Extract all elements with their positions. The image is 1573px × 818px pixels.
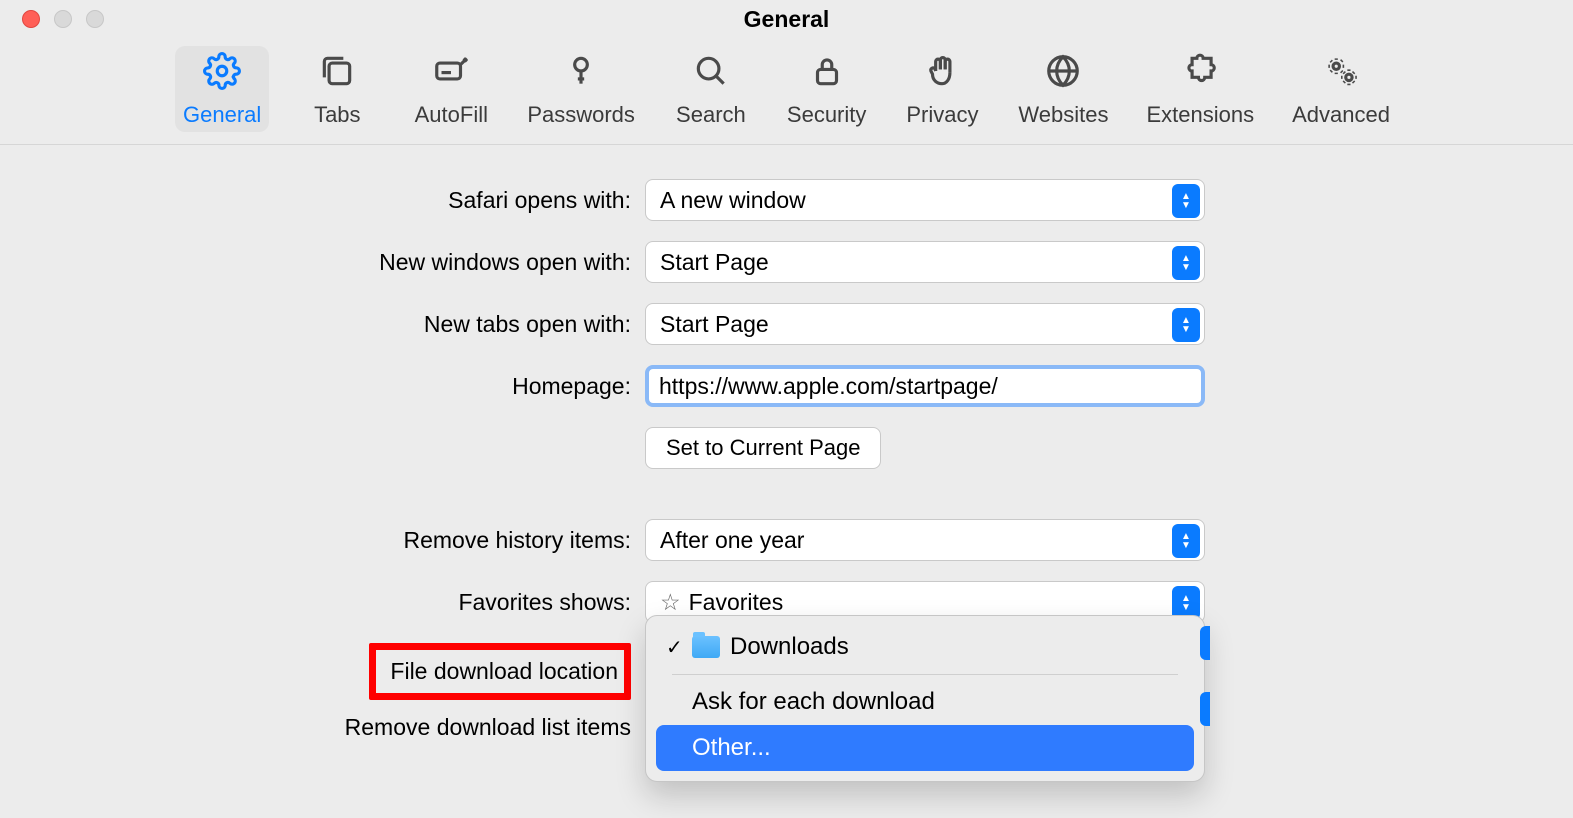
select-value: After one year [660,527,804,554]
gears-icon [1322,52,1360,96]
menu-separator [672,674,1178,675]
minimize-window-button [54,10,72,28]
tab-label: Passwords [527,102,635,128]
tab-label: General [183,102,261,128]
remove-history-select[interactable]: After one year ▲▼ [645,519,1205,561]
menu-item-label: Downloads [730,633,849,661]
remove-download-list-label: Remove download list items [0,714,645,741]
tabs-icon [318,52,356,96]
tab-security[interactable]: Security [779,46,874,132]
new-windows-open-with-label: New windows open with: [0,249,645,276]
chevron-updown-icon: ▲▼ [1172,184,1200,218]
tab-search[interactable]: Search [665,46,757,132]
new-tabs-open-with-select[interactable]: Start Page ▲▼ [645,303,1205,345]
file-download-location-menu: ✓ Downloads Ask for each download Other.… [645,615,1205,782]
select-value: Start Page [660,249,769,276]
file-download-location-label: File download location [390,658,618,684]
tab-extensions[interactable]: Extensions [1138,46,1262,132]
menu-item-label: Other... [692,734,771,762]
favorites-shows-label: Favorites shows: [0,589,645,616]
new-tabs-open-with-label: New tabs open with: [0,311,645,338]
tab-general[interactable]: General [175,46,269,132]
safari-opens-with-label: Safari opens with: [0,187,645,214]
homepage-label: Homepage: [0,373,645,400]
tab-websites[interactable]: Websites [1010,46,1116,132]
search-icon [692,52,730,96]
chevron-updown-icon [1200,692,1210,726]
autofill-icon [432,52,470,96]
tab-privacy[interactable]: Privacy [896,46,988,132]
checkmark-icon: ✓ [666,635,692,660]
menu-item-downloads[interactable]: ✓ Downloads [656,624,1194,670]
zoom-window-button [86,10,104,28]
chevron-updown-icon: ▲▼ [1172,308,1200,342]
tab-label: Extensions [1146,102,1254,128]
new-windows-open-with-select[interactable]: Start Page ▲▼ [645,241,1205,283]
tab-tabs[interactable]: Tabs [291,46,383,132]
tab-label: Advanced [1292,102,1390,128]
select-value: Start Page [660,311,769,338]
tab-passwords[interactable]: Passwords [519,46,643,132]
menu-item-other[interactable]: Other... [656,725,1194,771]
titlebar: General [0,0,1573,38]
gear-icon [203,52,241,96]
tab-label: Websites [1018,102,1108,128]
tab-autofill[interactable]: AutoFill [405,46,497,132]
key-icon [562,52,600,96]
folder-icon [692,636,720,658]
safari-opens-with-select[interactable]: A new window ▲▼ [645,179,1205,221]
tab-label: Tabs [314,102,360,128]
tab-label: AutoFill [415,102,488,128]
globe-icon [1044,52,1082,96]
hand-icon [923,52,961,96]
select-value: A new window [660,187,806,214]
homepage-input[interactable] [645,365,1205,407]
set-to-current-page-button[interactable]: Set to Current Page [645,427,881,469]
tab-label: Search [676,102,746,128]
chevron-updown-icon: ▲▼ [1172,524,1200,558]
select-value: Favorites [689,589,784,616]
remove-history-label: Remove history items: [0,527,645,554]
close-window-button[interactable] [22,10,40,28]
tab-label: Security [787,102,866,128]
puzzle-icon [1181,52,1219,96]
lock-icon [808,52,846,96]
file-download-location-label-highlight: File download location [369,643,631,700]
star-icon: ☆ [660,589,681,616]
window-title: General [744,6,830,33]
chevron-updown-icon [1200,626,1210,660]
menu-item-ask-each-download[interactable]: Ask for each download [656,679,1194,725]
preferences-toolbar: General Tabs AutoFill Passwords Search S… [0,38,1573,145]
tab-advanced[interactable]: Advanced [1284,46,1398,132]
tab-label: Privacy [906,102,978,128]
menu-item-label: Ask for each download [692,688,935,716]
chevron-updown-icon: ▲▼ [1172,246,1200,280]
window-controls [22,10,104,28]
